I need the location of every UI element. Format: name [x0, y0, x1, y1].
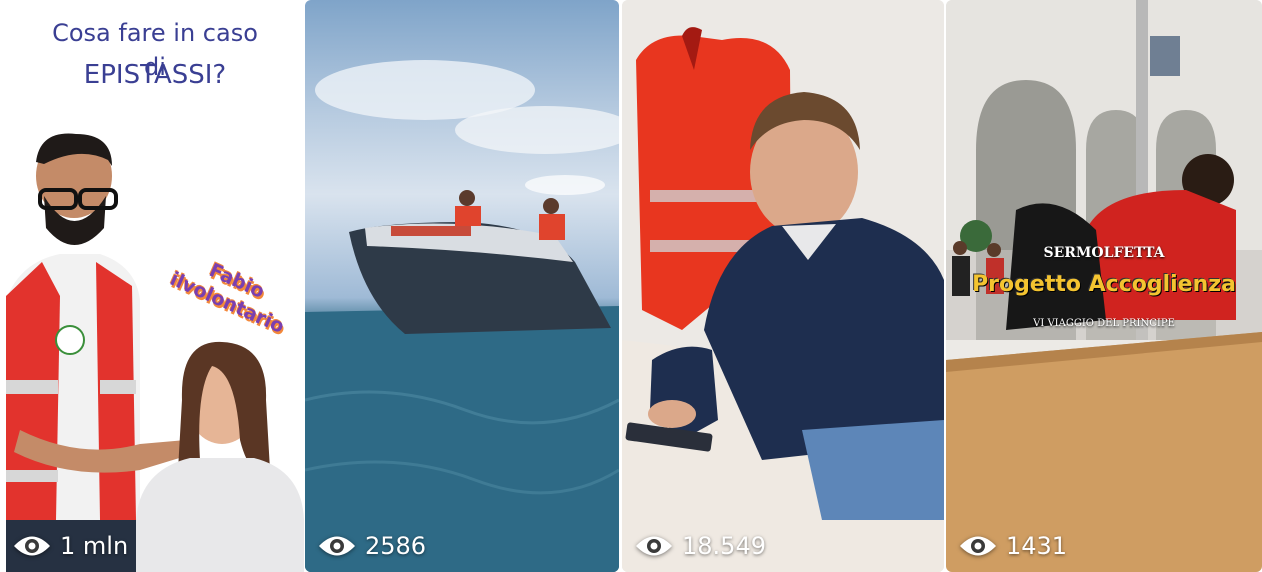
eye-icon — [960, 536, 996, 556]
reel-tile-epistassi[interactable]: Cosa fare in caso di EPISTASSI? Fabio il… — [0, 0, 304, 572]
reel-org-label: SERMOLFETTA — [1043, 245, 1165, 261]
view-count-value: 2586 — [365, 532, 427, 560]
reel-tile-phone[interactable]: 18.549 — [622, 0, 944, 572]
reel-tile-accoglienza[interactable]: SERMOLFETTA Progetto Accoglienza VI VIAG… — [946, 0, 1262, 572]
reels-strip: Cosa fare in caso di EPISTASSI? Fabio il… — [0, 0, 1262, 572]
view-count: 18.549 — [634, 532, 766, 560]
eye-icon — [319, 536, 355, 556]
reel-project-subtitle: VI VIAGGIO DEL PRINCIPE — [1033, 318, 1175, 329]
reel-thumbnail-phone — [622, 0, 944, 572]
view-count: 1431 — [958, 532, 1067, 560]
view-count-value: 1431 — [1006, 532, 1068, 560]
reel-tile-boat[interactable]: 2586 — [305, 0, 619, 572]
reel-project-title: Progetto Accoglienza — [972, 272, 1236, 297]
eye-icon — [636, 536, 672, 556]
eye-icon — [14, 536, 50, 556]
view-count: 1 mln — [12, 532, 128, 560]
view-count-value: 1 mln — [60, 532, 129, 560]
reel-thumbnail-boat — [305, 60, 619, 572]
view-count-value: 18.549 — [682, 532, 766, 560]
view-count: 2586 — [317, 532, 426, 560]
reel-title-line2: EPISTASSI? — [83, 60, 227, 90]
